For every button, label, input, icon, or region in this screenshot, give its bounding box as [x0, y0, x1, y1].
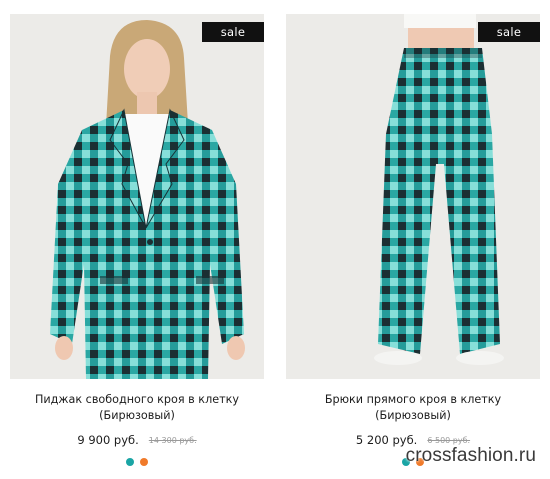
- old-price: 14 300 руб.: [148, 436, 197, 445]
- trousers-model-image: [286, 14, 540, 379]
- sale-badge: sale: [202, 22, 264, 42]
- old-price: 6 500 руб.: [427, 436, 471, 445]
- product-title-line[interactable]: Пиджак свободного кроя в клетку: [16, 392, 258, 408]
- product-photo-trousers[interactable]: sale: [286, 14, 540, 379]
- product-card-trousers[interactable]: sale Брюки прямого кроя в клетку (Бирюзо…: [286, 14, 540, 468]
- current-price: 9 900 руб.: [77, 433, 139, 447]
- product-photo-jacket[interactable]: sale: [10, 14, 264, 379]
- site-watermark: crossfashion.ru: [405, 445, 536, 466]
- product-title-line[interactable]: (Бирюзовый): [16, 408, 258, 424]
- product-title-line[interactable]: Брюки прямого кроя в клетку (Бирюзовый): [292, 392, 534, 424]
- product-title[interactable]: Пиджак свободного кроя в клетку (Бирюзов…: [10, 392, 264, 424]
- sale-badge: sale: [478, 22, 540, 42]
- product-card-jacket[interactable]: sale Пиджак свободного кроя в клетку (Би…: [10, 14, 264, 468]
- price-row: 9 900 руб. 14 300 руб.: [10, 433, 264, 447]
- jacket-model-image: [10, 14, 264, 379]
- color-swatch-orange[interactable]: [140, 458, 148, 466]
- color-swatch-teal[interactable]: [126, 458, 134, 466]
- color-swatches: [10, 458, 264, 468]
- product-title[interactable]: Брюки прямого кроя в клетку (Бирюзовый): [286, 392, 540, 424]
